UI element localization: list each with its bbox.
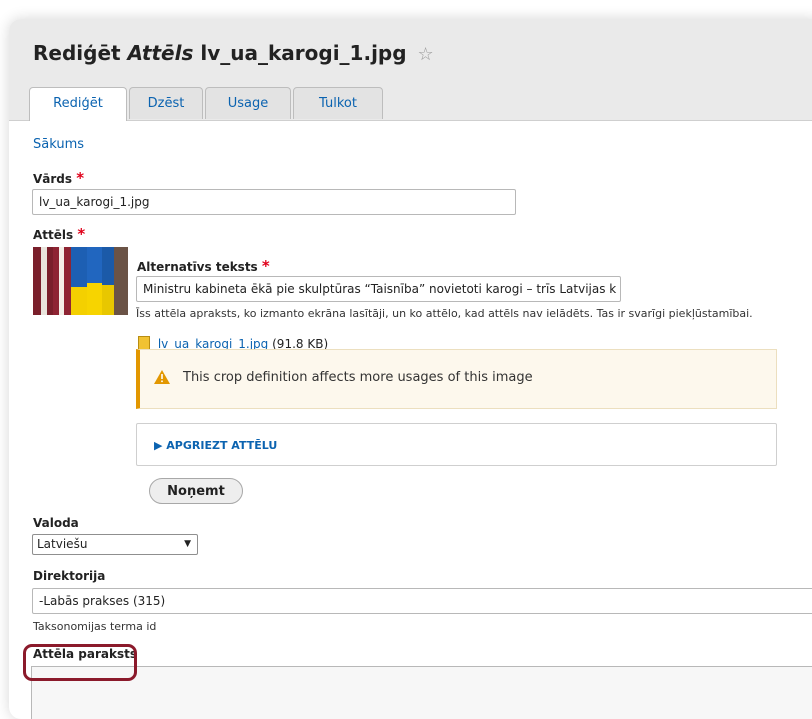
crop-details[interactable]: ▶ APGRIEZT ATTĒLU [136,423,777,466]
file-icon [138,336,150,350]
caption-input[interactable] [31,666,812,719]
star-icon[interactable]: ☆ [418,44,434,65]
required-mark: * [76,169,85,187]
language-value: Latviešu [37,537,88,551]
page-title: Rediģēt Attēls lv_ua_karogi_1.jpg ☆ [33,41,434,65]
tab-usage[interactable]: Usage [205,87,291,119]
name-input[interactable]: lv_ua_karogi_1.jpg [32,189,516,215]
image-label-text: Attēls [33,228,74,242]
directory-input[interactable]: -Labās prakses (315) [32,588,812,614]
directory-description: Taksonomijas terma id [33,620,157,633]
required-mark: * [77,225,86,243]
alt-text-label: Alternatīvs teksts * [137,257,270,275]
title-file: lv_ua_karogi_1.jpg [200,41,407,65]
warning-icon [154,370,170,384]
title-type: Attēls [127,41,194,65]
alt-text-label-text: Alternatīvs teksts [137,260,258,274]
crop-warning: This crop definition affects more usages… [136,349,777,409]
language-label: Valoda [33,516,79,530]
breadcrumb-home[interactable]: Sākums [33,137,84,152]
image-thumbnail [33,247,128,315]
language-select[interactable]: Latviešu ▼ [32,534,198,555]
tab-edit[interactable]: Rediģēt [29,87,127,121]
directory-label: Direktorija [33,569,106,583]
warning-text: This crop definition affects more usages… [183,370,533,385]
tab-translate[interactable]: Tulkot [293,87,383,119]
caption-highlight [23,644,137,681]
chevron-down-icon: ▼ [184,539,191,549]
crop-details-summary[interactable]: ▶ APGRIEZT ATTĒLU [154,439,277,452]
name-label-text: Vārds [33,172,73,186]
name-label: Vārds * [33,169,84,187]
alt-text-description: Īss attēla apraksts, ko izmanto ekrāna l… [136,307,753,320]
tab-delete[interactable]: Dzēst [129,87,203,119]
required-mark: * [261,257,270,275]
image-label: Attēls * [33,225,85,243]
page-header: Rediģēt Attēls lv_ua_karogi_1.jpg ☆ Redi… [9,19,812,121]
alt-text-input[interactable]: Ministru kabineta ēkā pie skulptūras “Ta… [136,276,621,302]
remove-button[interactable]: Noņemt [149,478,243,504]
edit-form-panel: Rediģēt Attēls lv_ua_karogi_1.jpg ☆ Redi… [9,19,812,719]
title-prefix: Rediģēt [33,41,121,65]
